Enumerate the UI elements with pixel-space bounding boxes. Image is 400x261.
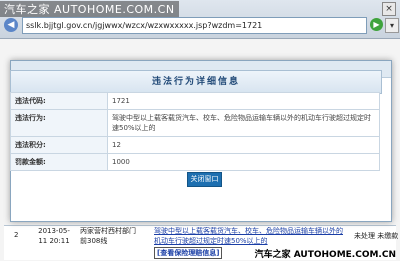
row-status: 未处理 未缴款 [354, 232, 399, 240]
detail-row-fine: 罚款金额: 1000 [10, 153, 380, 171]
watermark-logo: 汽车之家 AUTOHOME.COM.CN [0, 1, 179, 17]
detail-label: 违法积分: [10, 136, 108, 154]
detail-value: 1000 [107, 153, 380, 171]
detail-row-code: 违法代码: 1721 [10, 92, 380, 110]
detail-value: 驾驶中型以上载客载货汽车、校车、危险物品运输车辆以外的机动车行驶超过规定时速50… [107, 109, 380, 137]
go-icon[interactable]: ▶ [370, 18, 383, 31]
detail-row-points: 违法积分: 12 [10, 136, 380, 154]
row-place: 丙家营村西村部门前308线 [80, 227, 136, 245]
dropdown-icon[interactable]: ▾ [385, 18, 399, 33]
close-window-button[interactable]: 关闭窗口 [187, 172, 222, 187]
detail-label: 违法代码: [10, 92, 108, 110]
browser-toolbar: 汽车之家 AUTOHOME.COM.CN × ◀ sslk.bjjtgl.gov… [0, 0, 400, 39]
detail-label: 罚款金额: [10, 153, 108, 171]
row-violation-link[interactable]: 驾驶中型以上载客载货汽车、校车、危险物品运输车辆以外的机动车行驶超过规定时速50… [154, 226, 349, 246]
address-row: ◀ sslk.bjjtgl.gov.cn/jgjwwx/wzcx/wzxwxxx… [4, 17, 399, 34]
close-icon[interactable]: × [382, 2, 396, 16]
watermark-bottom: 汽车之家 AUTOHOME.COM.CN [254, 250, 396, 260]
detail-table: 违法代码: 1721 违法行为: 驾驶中型以上载客载货汽车、校车、危险物品运输车… [10, 92, 380, 171]
back-icon[interactable]: ◀ [4, 18, 18, 32]
address-bar[interactable]: sslk.bjjtgl.gov.cn/jgjwwx/wzcx/wzxwxxxxx… [22, 17, 367, 34]
detail-row-behavior: 违法行为: 驾驶中型以上载客载货汽车、校车、危险物品运输车辆以外的机动车行驶超过… [10, 109, 380, 137]
detail-value: 12 [107, 136, 380, 154]
insurance-claims-link[interactable]: [查看保险理赔信息] [154, 247, 223, 259]
dialog-title: 违法行为详细信息 [10, 70, 382, 94]
detail-value: 1721 [107, 92, 380, 110]
table-row: 2 2013-05-11 20:11 丙家营村西村部门前308线 驾驶中型以上载… [4, 226, 399, 246]
row-time: 2013-05-11 20:11 [38, 227, 70, 245]
row-index: 2 [14, 231, 19, 239]
detail-label: 违法行为: [10, 109, 108, 137]
